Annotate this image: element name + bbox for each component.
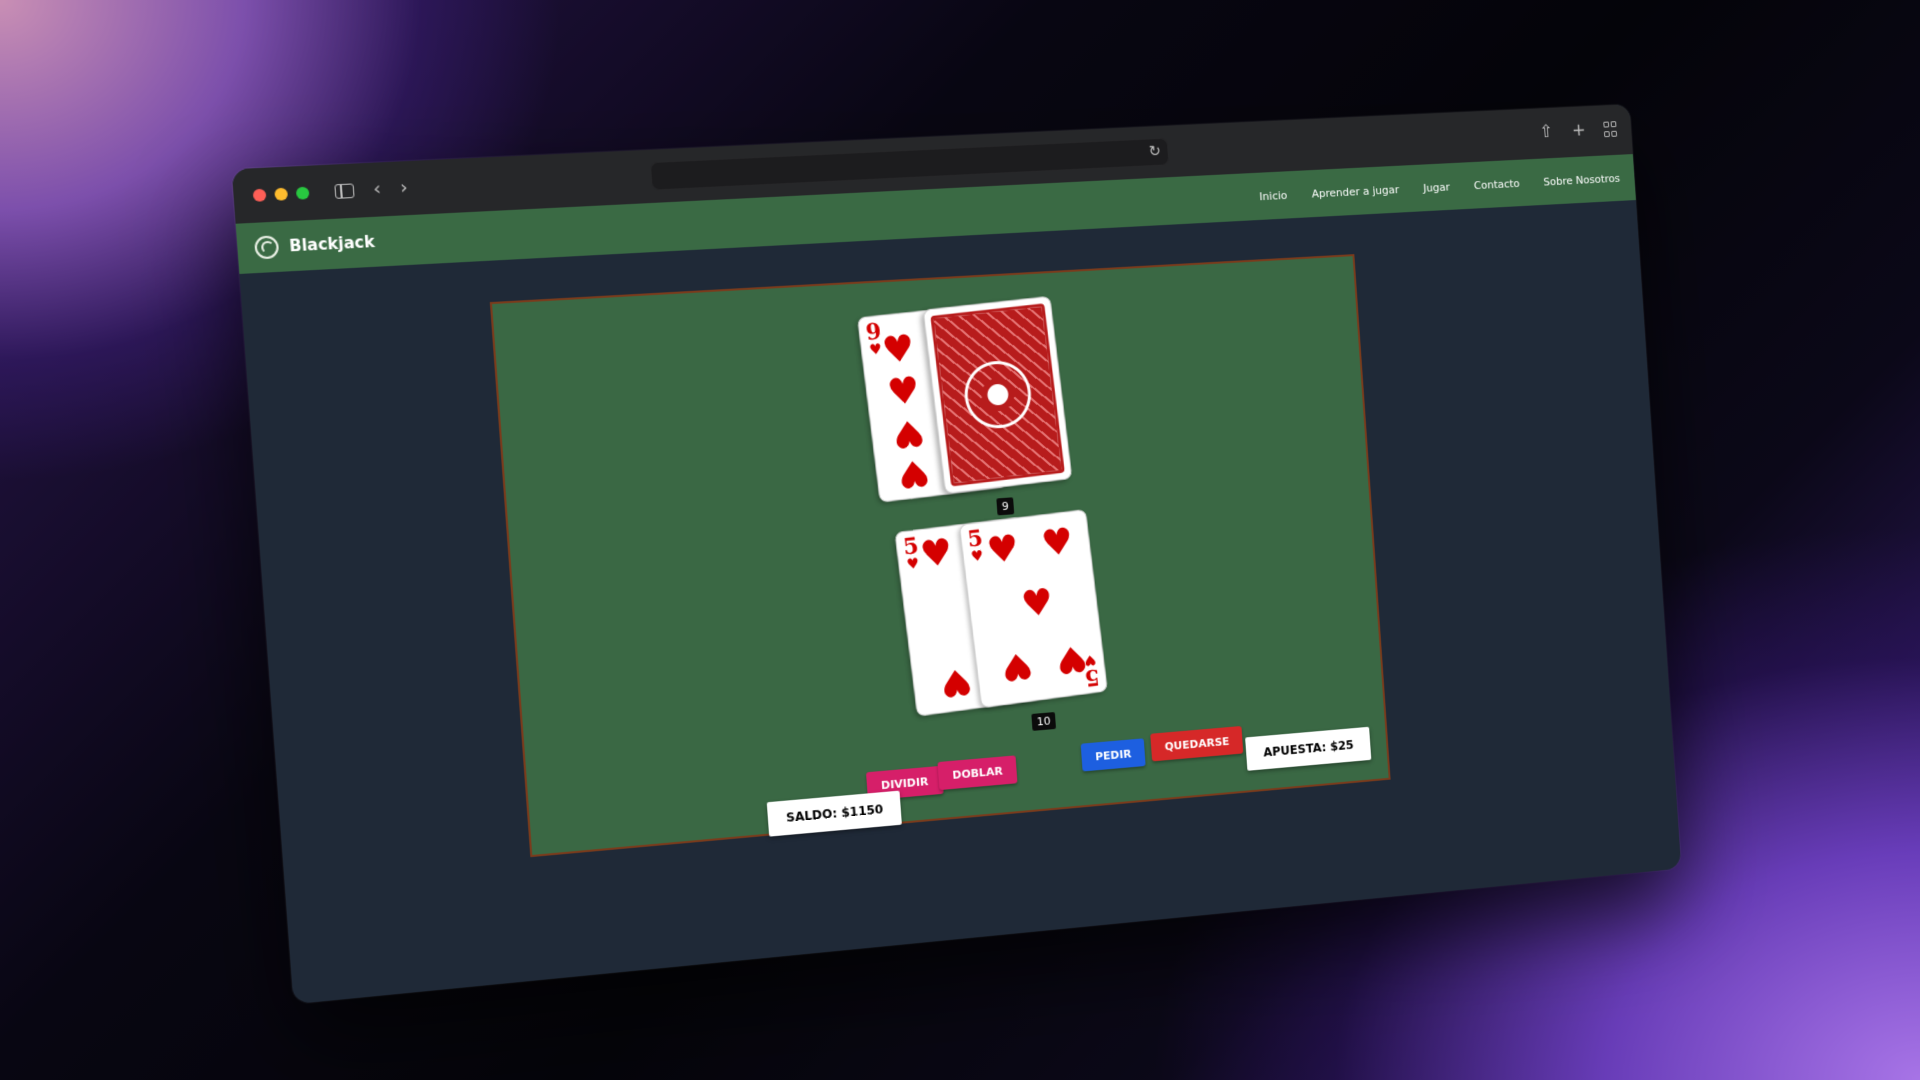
brand[interactable]: Blackjack xyxy=(253,230,376,260)
heart-pip-icon: ♥ xyxy=(1019,581,1056,627)
blackjack-logo-icon xyxy=(253,235,280,260)
zoom-window-button[interactable] xyxy=(295,186,310,200)
card-corner: 5 ♥ xyxy=(965,524,985,566)
browser-window: ‹ › ↻ ⇧ + Blackjack Inicio Aprender a ju… xyxy=(231,104,1682,1005)
card-corner-bottom: 5 ♥ xyxy=(1082,650,1101,692)
minimize-window-button[interactable] xyxy=(274,187,289,201)
stand-button[interactable]: QUEDARSE xyxy=(1150,725,1244,762)
nav-link-aprender[interactable]: Aprender a jugar xyxy=(1311,183,1399,200)
window-controls xyxy=(252,186,310,202)
heart-pip-icon: ♥ xyxy=(885,369,923,415)
toolbar-right: ⇧ + xyxy=(1539,118,1618,142)
heart-pip-icon: ♥ xyxy=(937,659,975,705)
heart-pip-icon: ♥ xyxy=(890,410,928,456)
player-card-2: 5 ♥ ♥ ♥ ♥ ♥ ♥ 5 ♥ xyxy=(958,508,1109,709)
page-content: 9 ♥ ♥ ♥ ♥ ♥ 9 5 ♥ ♥ ♥ 5 ♥ ♥ ♥ ♥ ♥ ♥ 5 ♥ … xyxy=(239,200,1681,1004)
heart-pip-icon: ♥ xyxy=(879,327,917,373)
card-back-pattern xyxy=(930,303,1065,487)
sidebar-toggle-icon[interactable] xyxy=(334,183,355,199)
nav-link-inicio[interactable]: Inicio xyxy=(1259,189,1288,203)
blackjack-table: 9 ♥ ♥ ♥ ♥ ♥ 9 5 ♥ ♥ ♥ 5 ♥ ♥ ♥ ♥ ♥ ♥ 5 ♥ … xyxy=(489,254,1391,858)
nav-link-jugar[interactable]: Jugar xyxy=(1423,180,1450,194)
back-arrow-icon[interactable]: ‹ xyxy=(372,178,381,200)
tab-overview-icon[interactable] xyxy=(1603,121,1618,139)
heart-pip-icon: ♥ xyxy=(895,450,933,496)
player-score: 10 xyxy=(1031,712,1057,731)
nav-link-contacto[interactable]: Contacto xyxy=(1473,177,1520,192)
nav-links: Inicio Aprender a jugar Jugar Contacto S… xyxy=(1259,172,1620,203)
nav-link-sobre-nosotros[interactable]: Sobre Nosotros xyxy=(1543,172,1620,188)
bet-display: APUESTA: $25 xyxy=(1245,726,1372,771)
brand-name: Blackjack xyxy=(288,232,376,256)
desktop-background: ‹ › ↻ ⇧ + Blackjack Inicio Aprender a ju… xyxy=(0,0,1920,1080)
balance-display: SALDO: $1150 xyxy=(766,790,903,837)
forward-arrow-icon[interactable]: › xyxy=(399,177,408,199)
double-button[interactable]: DOBLAR xyxy=(937,755,1018,791)
heart-pip-icon: ♥ xyxy=(984,527,1022,573)
close-window-button[interactable] xyxy=(252,188,267,202)
reload-icon[interactable]: ↻ xyxy=(1148,142,1161,160)
share-icon[interactable]: ⇧ xyxy=(1539,121,1554,142)
plus-icon[interactable]: + xyxy=(1571,120,1586,141)
hit-button[interactable]: PEDIR xyxy=(1080,738,1146,772)
dealer-card-2-face-down xyxy=(922,295,1073,495)
heart-pip-icon: ♥ xyxy=(917,531,955,577)
heart-pip-icon: ♥ xyxy=(1039,520,1076,566)
heart-pip-icon: ♥ xyxy=(998,643,1036,689)
dealer-score: 9 xyxy=(996,497,1015,516)
